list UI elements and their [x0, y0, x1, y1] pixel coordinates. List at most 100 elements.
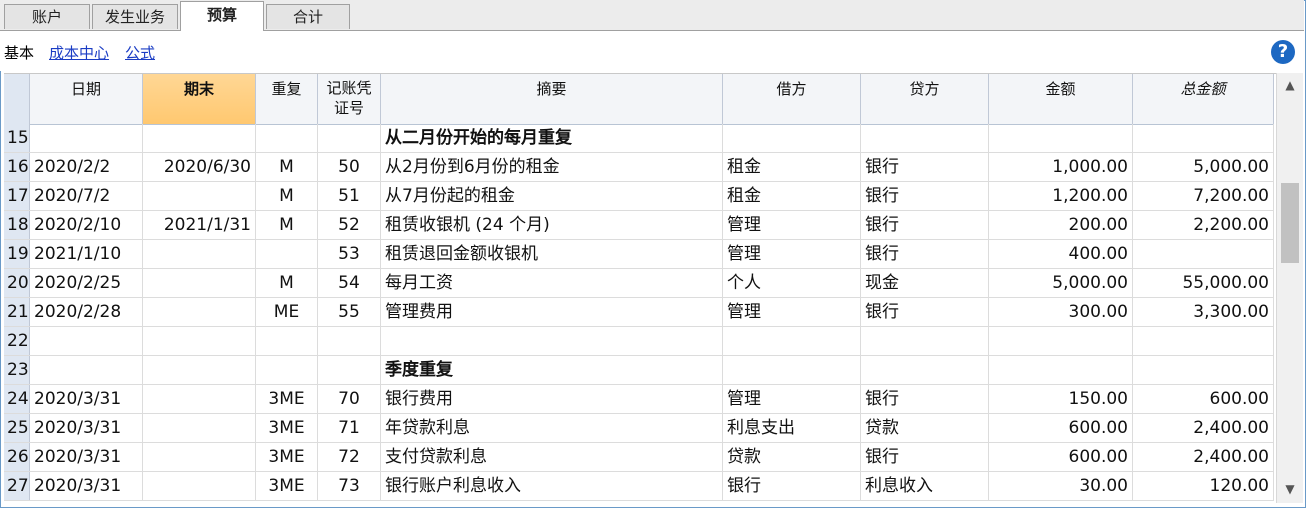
- cell-repeat[interactable]: [256, 240, 318, 268]
- col-header-description[interactable]: 摘要: [381, 74, 723, 124]
- cell-total-amount[interactable]: 120.00: [1133, 472, 1274, 500]
- cell-credit[interactable]: [861, 356, 989, 384]
- cell-amount[interactable]: 400.00: [989, 240, 1133, 268]
- row-number[interactable]: 25: [4, 414, 30, 442]
- cell-debit[interactable]: 个人: [723, 269, 861, 297]
- cell-date[interactable]: 2020/7/2: [30, 182, 143, 210]
- cell-end-date[interactable]: [143, 124, 256, 152]
- cell-description[interactable]: 每月工资: [381, 269, 723, 297]
- table-row[interactable]: 24 2020/3/31 3ME 70 银行费用 管理 银行 150.00 600.00: [4, 385, 1274, 414]
- cell-doc-number[interactable]: [318, 124, 381, 152]
- cell-amount[interactable]: 600.00: [989, 443, 1133, 471]
- cell-doc-number[interactable]: 55: [318, 298, 381, 326]
- table-row[interactable]: 15 从二月份开始的每月重复: [4, 124, 1274, 153]
- tab-accounts[interactable]: 账户: [4, 4, 90, 29]
- cell-doc-number[interactable]: [318, 327, 381, 355]
- cell-amount[interactable]: 600.00: [989, 414, 1133, 442]
- row-number[interactable]: 19: [4, 240, 30, 268]
- table-row[interactable]: 22: [4, 327, 1274, 356]
- cell-credit[interactable]: 银行: [861, 182, 989, 210]
- cell-repeat[interactable]: 3ME: [256, 443, 318, 471]
- cell-repeat[interactable]: M: [256, 211, 318, 239]
- tab-transactions[interactable]: 发生业务: [92, 4, 178, 29]
- cell-repeat[interactable]: [256, 356, 318, 384]
- cell-amount[interactable]: [989, 356, 1133, 384]
- cell-total-amount[interactable]: 2,400.00: [1133, 414, 1274, 442]
- cell-debit[interactable]: 租金: [723, 153, 861, 181]
- cell-amount[interactable]: 5,000.00: [989, 269, 1133, 297]
- cell-total-amount[interactable]: [1133, 124, 1274, 152]
- view-base[interactable]: 基本: [4, 42, 34, 63]
- table-row[interactable]: 18 2020/2/10 2021/1/31 M 52 租赁收银机 (24 个月) 管理 银行…: [4, 211, 1274, 240]
- cell-description[interactable]: 从2月份到6月份的租金: [381, 153, 723, 181]
- cell-repeat[interactable]: M: [256, 153, 318, 181]
- cell-debit[interactable]: 银行: [723, 472, 861, 500]
- cell-end-date[interactable]: [143, 385, 256, 413]
- cell-doc-number[interactable]: 50: [318, 153, 381, 181]
- cell-amount[interactable]: [989, 327, 1133, 355]
- cell-date[interactable]: 2020/2/2: [30, 153, 143, 181]
- cell-description[interactable]: 银行费用: [381, 385, 723, 413]
- cell-repeat[interactable]: M: [256, 269, 318, 297]
- cell-date[interactable]: 2020/2/10: [30, 211, 143, 239]
- view-link-formula[interactable]: 公式: [125, 42, 155, 63]
- cell-date[interactable]: [30, 356, 143, 384]
- row-number[interactable]: 22: [4, 327, 30, 355]
- cell-debit[interactable]: 贷款: [723, 443, 861, 471]
- cell-description[interactable]: 从二月份开始的每月重复: [381, 124, 723, 152]
- table-row[interactable]: 23 季度重复: [4, 356, 1274, 385]
- cell-end-date[interactable]: [143, 298, 256, 326]
- view-link-cost-center[interactable]: 成本中心: [49, 42, 109, 63]
- table-row[interactable]: 16 2020/2/2 2020/6/30 M 50 从2月份到6月份的租金 租金 银行 1,0…: [4, 153, 1274, 182]
- col-header-date[interactable]: 日期: [30, 74, 143, 124]
- cell-date[interactable]: 2020/3/31: [30, 385, 143, 413]
- table-row[interactable]: 20 2020/2/25 M 54 每月工资 个人 现金 5,000.00 55,000.00: [4, 269, 1274, 298]
- cell-total-amount[interactable]: 5,000.00: [1133, 153, 1274, 181]
- cell-date[interactable]: 2020/3/31: [30, 443, 143, 471]
- cell-debit[interactable]: 管理: [723, 298, 861, 326]
- cell-doc-number[interactable]: 51: [318, 182, 381, 210]
- cell-end-date[interactable]: [143, 443, 256, 471]
- row-number[interactable]: 20: [4, 269, 30, 297]
- col-header-amount[interactable]: 金额: [989, 74, 1133, 124]
- cell-date[interactable]: 2020/3/31: [30, 472, 143, 500]
- cell-description[interactable]: 银行账户利息收入: [381, 472, 723, 500]
- tab-totals[interactable]: 合计: [266, 4, 350, 29]
- cell-date[interactable]: 2021/1/10: [30, 240, 143, 268]
- cell-debit[interactable]: 管理: [723, 240, 861, 268]
- scroll-up-icon[interactable]: ▲: [1277, 75, 1303, 95]
- row-number[interactable]: 16: [4, 153, 30, 181]
- cell-repeat[interactable]: ME: [256, 298, 318, 326]
- col-header-debit[interactable]: 借方: [723, 74, 861, 124]
- cell-repeat[interactable]: [256, 124, 318, 152]
- cell-credit[interactable]: [861, 124, 989, 152]
- help-icon[interactable]: ?: [1271, 40, 1295, 64]
- cell-end-date[interactable]: [143, 269, 256, 297]
- cell-end-date[interactable]: [143, 240, 256, 268]
- table-row[interactable]: 17 2020/7/2 M 51 从7月份起的租金 租金 银行 1,200.00 7,200.0…: [4, 182, 1274, 211]
- row-number[interactable]: 26: [4, 443, 30, 471]
- cell-date[interactable]: [30, 124, 143, 152]
- cell-total-amount[interactable]: [1133, 240, 1274, 268]
- cell-total-amount[interactable]: 2,200.00: [1133, 211, 1274, 239]
- cell-end-date[interactable]: [143, 472, 256, 500]
- cell-repeat[interactable]: 3ME: [256, 385, 318, 413]
- cell-total-amount[interactable]: 2,400.00: [1133, 443, 1274, 471]
- tab-budget[interactable]: 预算: [180, 1, 264, 31]
- cell-doc-number[interactable]: 70: [318, 385, 381, 413]
- scroll-thumb[interactable]: [1281, 183, 1299, 263]
- cell-description[interactable]: 管理费用: [381, 298, 723, 326]
- cell-debit[interactable]: [723, 356, 861, 384]
- cell-description[interactable]: 年贷款利息: [381, 414, 723, 442]
- row-number[interactable]: 17: [4, 182, 30, 210]
- cell-amount[interactable]: 1,200.00: [989, 182, 1133, 210]
- cell-doc-number[interactable]: 72: [318, 443, 381, 471]
- cell-repeat[interactable]: 3ME: [256, 472, 318, 500]
- row-number[interactable]: 27: [4, 472, 30, 500]
- col-header-end-date[interactable]: 期末: [143, 74, 256, 124]
- cell-end-date[interactable]: 2021/1/31: [143, 211, 256, 239]
- cell-end-date[interactable]: [143, 356, 256, 384]
- cell-debit[interactable]: 管理: [723, 385, 861, 413]
- cell-date[interactable]: 2020/3/31: [30, 414, 143, 442]
- cell-doc-number[interactable]: 53: [318, 240, 381, 268]
